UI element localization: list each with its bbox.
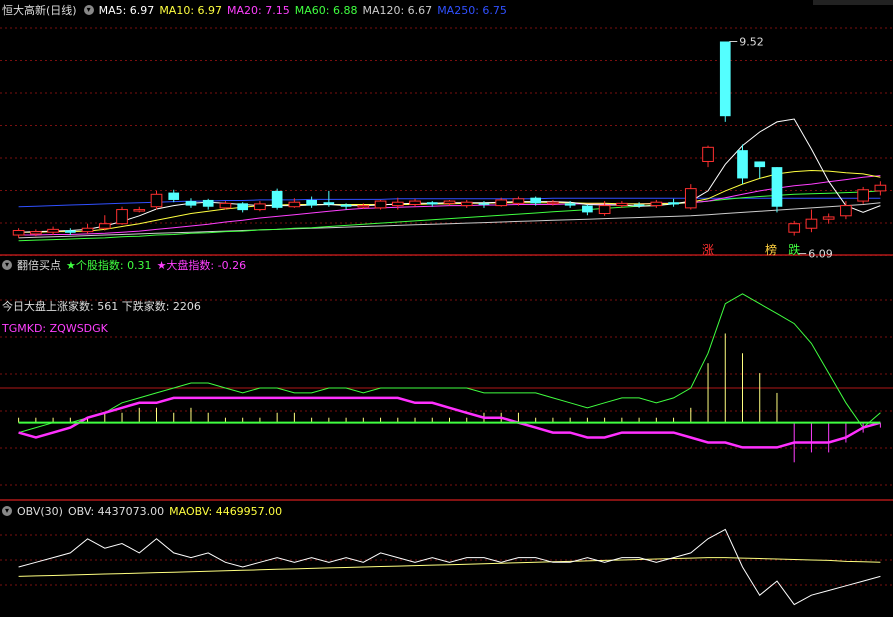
candle-body [237,203,249,211]
candle-body [185,201,197,206]
candle-body [374,200,387,209]
ma-legend-item: MA250: 6.75 [437,4,507,17]
candle-body [116,209,128,225]
price-panel-header: 恒大高新(日线) ▾ MA5: 6.97 MA10: 6.97 MA20: 7.15 MA… [0,3,517,19]
candle-body [650,201,663,207]
dropdown-icon[interactable]: ▾ [83,5,94,15]
market-stats: 今日大盘上涨家数: 561 下跌家数: 2206 [2,300,201,313]
formula-label: TGMKD: ZQWSDGK [2,322,108,335]
candle-body [771,167,783,207]
ma-legend-item: MA60: 6.88 [294,4,358,17]
signal-marker: 榜 [765,242,777,257]
candle-body [754,161,766,168]
candle-body [737,150,748,179]
obv-lines [18,528,881,606]
candle-body [98,223,111,229]
candle-body [30,231,42,235]
candle-body [582,205,593,213]
candle-body [633,204,645,206]
top-toolbar [813,0,893,5]
candle-body [616,202,628,207]
candle-body [857,189,869,202]
candle-body [874,184,887,192]
candle-body [443,200,456,204]
candle-body [495,199,508,207]
candle-body [840,205,852,217]
candle-body [288,201,301,208]
candle-body [822,216,835,220]
candle-body [426,202,438,205]
candle-body [81,227,94,233]
candle-body [668,202,679,205]
indicator-title: 翻倍买点 [17,259,61,272]
signal-marker: 涨 [702,242,714,257]
candle-body [133,209,146,212]
ma120-line [18,202,881,239]
candle-body [271,190,283,208]
candle-body [512,198,525,204]
candle-body [357,205,370,208]
ma-legend: MA5: 6.97 MA10: 6.97 MA20: 7.15 MA60: 6.88 M… [99,4,512,17]
maobv-value: MAOBV: 4469957.00 [169,505,283,518]
obv-panel-header: ▾ OBV(30) OBV: 4437073.00 MAOBV: 4469957.00 [0,504,287,520]
ma-legend-item: MA10: 6.97 [159,4,223,17]
candle-body [323,202,335,205]
ma-legend-item: MA5: 6.97 [98,4,155,17]
candle-body [719,41,731,117]
candle-body [409,200,421,205]
candle-body [478,203,490,205]
candle-body [254,203,266,211]
candle-body [702,146,714,162]
candle-body [788,223,801,233]
ma-legend-item: MA120: 6.67 [362,4,433,17]
candle-body [168,192,180,200]
candle-body [391,201,404,207]
candle-body [547,201,559,205]
candle-body [340,204,352,207]
candle-body [202,199,214,207]
indicator-lines [18,293,881,463]
signal-marker: 跌 [788,242,800,257]
obv-title: OBV(30) [17,505,63,518]
candle-body [219,202,232,209]
moving-average-lines [18,118,881,242]
ma5-line [18,118,881,233]
obv-line [18,528,881,606]
low-price-label: 6.09 [808,248,833,261]
candle-body [530,197,542,204]
dropdown-icon[interactable]: ▾ [2,506,12,516]
candle-body [598,205,611,215]
candle-body [150,193,163,208]
candle-body [306,199,317,206]
dropdown-icon[interactable]: ▾ [2,260,12,270]
candlesticks [12,41,887,238]
candle-body [47,228,59,233]
stock-title: 恒大高新(日线) [2,4,77,17]
candle-body [64,230,76,233]
market-index-value: ★大盘指数: -0.26 [156,259,247,272]
candle-body [460,201,473,207]
indicator-panel-header: ▾ 翻倍买点 ★个股指数: 0.31 ★大盘指数: -0.26 [0,258,251,274]
obv-value: OBV: 4437073.00 [67,505,165,518]
ma-legend-item: MA20: 7.15 [227,4,290,17]
candle-body [684,188,697,209]
candle-body [12,229,25,236]
candle-body [805,218,818,229]
candle-body [564,203,576,206]
stock-index-value: ★个股指数: 0.31 [66,259,152,272]
high-price-label: 9.52 [739,36,764,49]
